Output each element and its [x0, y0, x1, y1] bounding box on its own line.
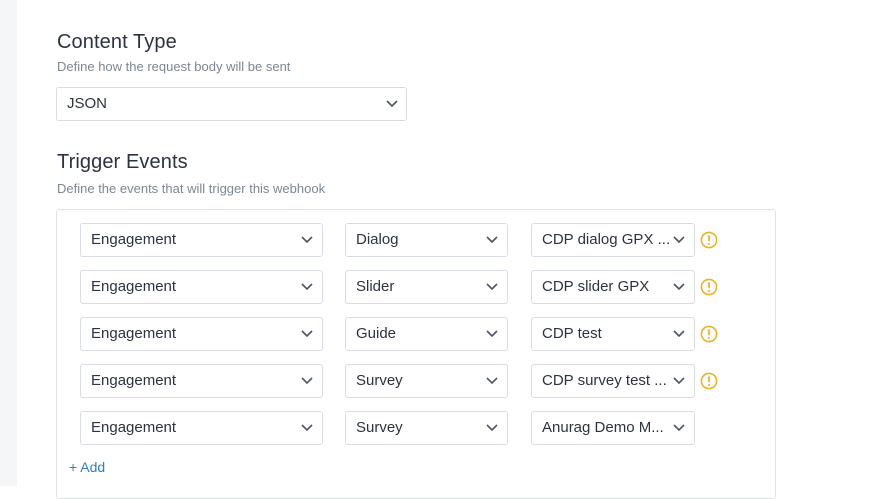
side-strip — [0, 0, 17, 486]
chevron-down-icon — [386, 100, 398, 108]
event-type-select[interactable]: Guide — [345, 317, 508, 351]
trigger-events-title: Trigger Events — [57, 151, 188, 173]
event-type-select[interactable]: Dialog — [345, 223, 508, 257]
content-type-value: JSON — [67, 95, 108, 112]
warning-circle-icon[interactable] — [700, 325, 718, 343]
event-type-value: Slider — [356, 278, 395, 295]
chevron-down-icon — [673, 377, 685, 385]
event-item-select[interactable]: Anurag Demo M... — [531, 411, 695, 445]
event-category-value: Engagement — [91, 372, 177, 389]
content-type-select[interactable]: JSON — [56, 87, 407, 121]
chevron-down-icon — [301, 330, 313, 338]
event-item-value: CDP survey test ... — [542, 372, 667, 389]
event-category-select[interactable]: Engagement — [80, 223, 323, 257]
chevron-down-icon — [673, 330, 685, 338]
chevron-down-icon — [673, 283, 685, 291]
event-category-value: Engagement — [91, 419, 177, 436]
event-type-select[interactable]: Slider — [345, 270, 508, 304]
event-category-select[interactable]: Engagement — [80, 364, 323, 398]
event-type-value: Dialog — [356, 231, 399, 248]
event-category-value: Engagement — [91, 325, 177, 342]
event-category-select[interactable]: Engagement — [80, 270, 323, 304]
event-type-value: Survey — [356, 419, 403, 436]
content-type-title: Content Type — [57, 31, 177, 53]
event-type-value: Survey — [356, 372, 403, 389]
chevron-down-icon — [673, 424, 685, 432]
event-category-select[interactable]: Engagement — [80, 411, 323, 445]
event-item-select[interactable]: CDP test — [531, 317, 695, 351]
event-type-select[interactable]: Survey — [345, 364, 508, 398]
content-type-description: Define how the request body will be sent — [57, 59, 291, 74]
add-event-button[interactable]: + Add — [69, 459, 105, 475]
chevron-down-icon — [486, 236, 498, 244]
chevron-down-icon — [486, 283, 498, 291]
chevron-down-icon — [673, 236, 685, 244]
event-category-value: Engagement — [91, 231, 177, 248]
event-type-value: Guide — [356, 325, 397, 342]
event-item-value: CDP dialog GPX ... — [542, 231, 671, 248]
event-item-select[interactable]: CDP slider GPX — [531, 270, 695, 304]
event-category-value: Engagement — [91, 278, 177, 295]
event-item-select[interactable]: CDP survey test ... — [531, 364, 695, 398]
event-item-value: Anurag Demo M... — [542, 419, 664, 436]
event-item-value: CDP slider GPX — [542, 278, 650, 295]
chevron-down-icon — [301, 283, 313, 291]
event-item-select[interactable]: CDP dialog GPX ... — [531, 223, 695, 257]
event-category-select[interactable]: Engagement — [80, 317, 323, 351]
chevron-down-icon — [486, 377, 498, 385]
event-type-select[interactable]: Survey — [345, 411, 508, 445]
warning-circle-icon[interactable] — [700, 372, 718, 390]
chevron-down-icon — [486, 424, 498, 432]
chevron-down-icon — [301, 236, 313, 244]
chevron-down-icon — [486, 330, 498, 338]
trigger-events-description: Define the events that will trigger this… — [57, 181, 326, 196]
chevron-down-icon — [301, 377, 313, 385]
warning-circle-icon[interactable] — [700, 278, 718, 296]
event-item-value: CDP test — [542, 325, 602, 342]
chevron-down-icon — [301, 424, 313, 432]
warning-circle-icon[interactable] — [700, 231, 718, 249]
